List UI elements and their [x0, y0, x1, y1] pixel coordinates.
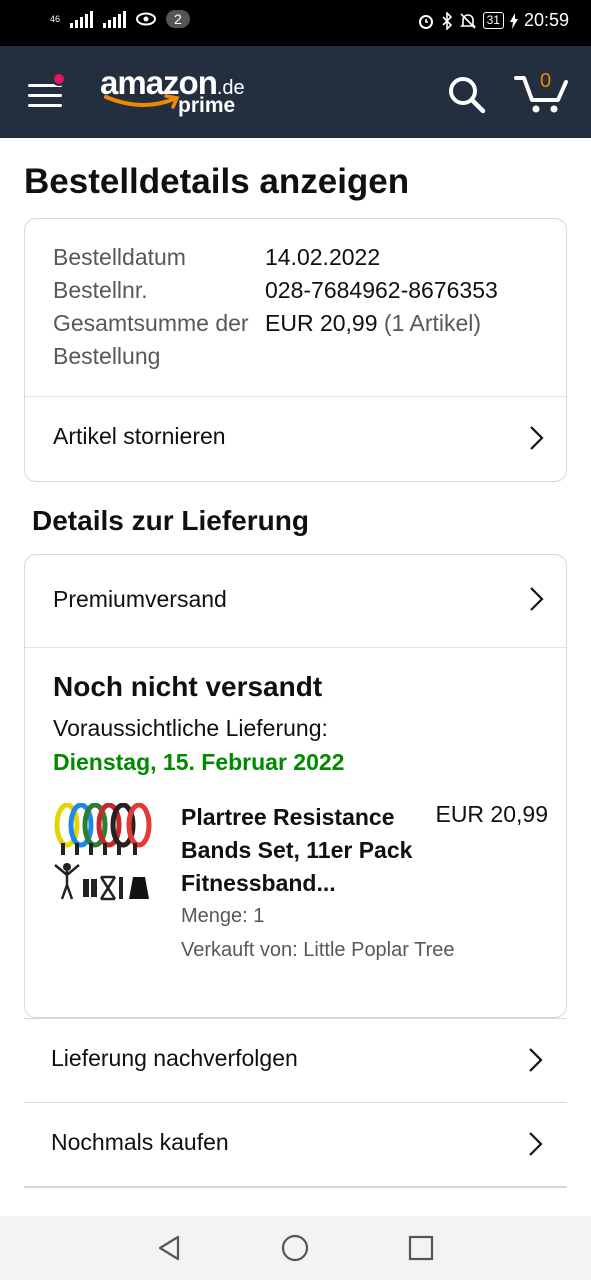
chevron-right-icon: [530, 587, 544, 611]
order-number-label: Bestellnr.: [53, 277, 148, 303]
smile-arrow-icon: [104, 94, 180, 109]
shipping-method-label: Premiumversand: [53, 586, 227, 612]
system-nav-bar: [0, 1216, 591, 1280]
chevron-right-icon: [529, 1132, 543, 1156]
chevron-right-icon: [530, 426, 544, 450]
track-delivery-link[interactable]: Lieferung nachverfolgen: [24, 1018, 567, 1102]
alarm-icon: [418, 14, 433, 29]
eta-label: Voraussichtliche Lieferung:: [53, 715, 328, 741]
product-quantity: Menge: 1: [181, 905, 265, 927]
mute-bell-icon: [459, 12, 476, 29]
notification-count-badge: 2: [166, 10, 190, 28]
delivery-card: Premiumversand Noch nicht versandt Vorau…: [24, 554, 567, 1018]
menu-button[interactable]: [28, 72, 66, 108]
signal-icon: [70, 10, 94, 28]
order-item-count: (1 Artikel): [383, 310, 482, 336]
order-total-label: Gesamtsumme der Bestellung: [53, 310, 249, 369]
order-total-amount: EUR 20,99: [265, 310, 378, 336]
signal-icon-2: [103, 10, 127, 28]
delivery-section-title: Details zur Lieferung: [32, 505, 309, 536]
order-date-label: Bestelldatum: [53, 244, 186, 270]
network-type-label: 46: [50, 13, 61, 24]
back-icon[interactable]: [156, 1234, 182, 1262]
order-number-value: 028-7684962-8676353: [265, 277, 498, 303]
search-icon[interactable]: [446, 74, 486, 114]
divider: [24, 1186, 567, 1188]
home-icon[interactable]: [281, 1234, 309, 1262]
product-name-link[interactable]: Plartree Resistance Bands Set, 11er Pack…: [181, 801, 417, 900]
buy-again-link[interactable]: Nochmals kaufen: [24, 1102, 567, 1186]
amazon-logo[interactable]: amazon.de prime: [100, 64, 250, 124]
chevron-right-icon: [529, 1048, 543, 1072]
shipping-method-link[interactable]: Premiumversand: [25, 555, 566, 647]
recents-icon[interactable]: [408, 1235, 434, 1261]
battery-level: 31: [482, 12, 504, 29]
cart-button[interactable]: 0: [514, 70, 570, 114]
shipment-status: Noch nicht versandt: [53, 671, 323, 702]
charging-icon: [509, 12, 518, 29]
logo-prime: prime: [178, 94, 236, 117]
clock: 20:59: [523, 10, 569, 30]
product-seller: Verkauft von: Little Poplar Tree: [181, 939, 455, 961]
cancel-items-link[interactable]: Artikel stornieren: [25, 397, 566, 481]
buy-again-label: Nochmals kaufen: [51, 1129, 229, 1155]
order-total-value: EUR 20,99 (1 Artikel): [265, 307, 481, 340]
product-image[interactable]: [53, 803, 157, 903]
status-bar: 46 2 31 20:59: [0, 0, 591, 46]
order-date-value: 14.02.2022: [265, 244, 381, 270]
notification-dot: [52, 72, 66, 86]
cart-count: 0: [540, 70, 552, 92]
eye-icon: [136, 12, 157, 26]
divider: [25, 647, 566, 648]
product-price: EUR 20,99: [435, 801, 548, 827]
app-header: amazon.de prime 0: [0, 46, 591, 138]
page-title: Bestelldetails anzeigen: [24, 162, 410, 201]
bluetooth-icon: [442, 11, 452, 30]
track-delivery-label: Lieferung nachverfolgen: [51, 1045, 298, 1071]
order-summary-card: Bestelldatum 14.02.2022 Bestellnr. 028-7…: [24, 218, 567, 482]
eta-date: Dienstag, 15. Februar 2022: [53, 749, 345, 775]
cancel-items-label: Artikel stornieren: [53, 423, 226, 449]
